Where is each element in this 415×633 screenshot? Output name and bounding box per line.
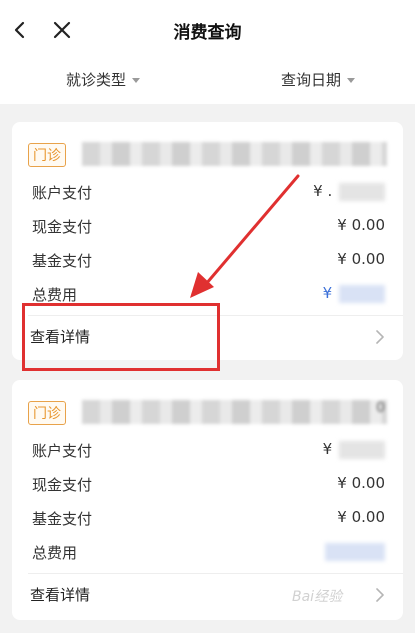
row-value: ¥ . [313, 182, 385, 201]
row-value: ¥ 0.00 [337, 216, 385, 234]
caret-down-icon [347, 78, 356, 83]
filter-bar: 就诊类型 查询日期 [0, 62, 415, 104]
blurred-amount [339, 284, 385, 303]
caret-down-icon [132, 78, 141, 83]
row-value: ¥ 0.00 [337, 474, 385, 492]
fund-payment-row: 基金支付 ¥ 0.00 [32, 250, 385, 274]
divider [28, 573, 403, 574]
fund-payment-row: 基金支付 ¥ 0.00 [32, 508, 385, 532]
row-label: 现金支付 [32, 476, 93, 494]
account-payment-row: 账户支付 ¥ [32, 440, 385, 464]
blurred-amount [325, 542, 385, 561]
annotation-highlight-box [22, 303, 220, 371]
page-title: 消费查询 [173, 23, 242, 43]
hospital-name: 0 [82, 400, 387, 424]
row-label: 总费用 [32, 286, 78, 304]
row-value [323, 542, 385, 561]
visit-type-badge: 门诊 [28, 143, 66, 167]
page: 消费查询 就诊类型 查询日期 门诊 账户支付 ¥ . 现金支付 ¥ 0.00 基… [0, 0, 415, 633]
amount-text: . [327, 182, 333, 200]
view-details-label: 查看详情 [30, 586, 91, 604]
row-label: 基金支付 [32, 510, 93, 528]
row-value: ¥ 0.00 [337, 250, 385, 268]
watermark: Bai经验 [292, 589, 343, 605]
query-date-filter[interactable]: 查询日期 [281, 69, 356, 90]
row-label: 现金支付 [32, 218, 93, 236]
chevron-right-icon [376, 588, 384, 602]
row-label: 基金支付 [32, 252, 93, 270]
top-bar: 消费查询 [0, 0, 415, 62]
total-cost-row: 总费用 [32, 542, 385, 566]
hospital-name [82, 142, 387, 166]
blurred-amount [339, 440, 385, 459]
chevron-right-icon [376, 330, 384, 344]
currency-symbol: ¥ [313, 182, 323, 200]
row-label: 总费用 [32, 544, 78, 562]
record-header: 门诊 0 [28, 398, 387, 428]
query-date-label: 查询日期 [281, 71, 342, 89]
visit-type-badge: 门诊 [28, 401, 66, 425]
row-value: ¥ [323, 440, 385, 459]
cash-payment-row: 现金支付 ¥ 0.00 [32, 216, 385, 240]
currency-symbol: ¥ [322, 284, 333, 302]
visit-type-filter[interactable]: 就诊类型 [66, 69, 141, 90]
row-value: ¥ 0.00 [337, 508, 385, 526]
currency-symbol: ¥ [322, 440, 333, 458]
row-label: 账户支付 [32, 442, 93, 460]
cash-payment-row: 现金支付 ¥ 0.00 [32, 474, 385, 498]
account-payment-row: 账户支付 ¥ . [32, 182, 385, 206]
row-label: 账户支付 [32, 184, 93, 202]
row-value: ¥ [323, 284, 385, 303]
record-card: 门诊 0 账户支付 ¥ 现金支付 ¥ 0.00 基金支付 ¥ 0.00 总费用 … [12, 380, 403, 620]
visit-type-label: 就诊类型 [66, 71, 127, 89]
record-header: 门诊 [28, 140, 387, 170]
blurred-amount [339, 182, 385, 201]
